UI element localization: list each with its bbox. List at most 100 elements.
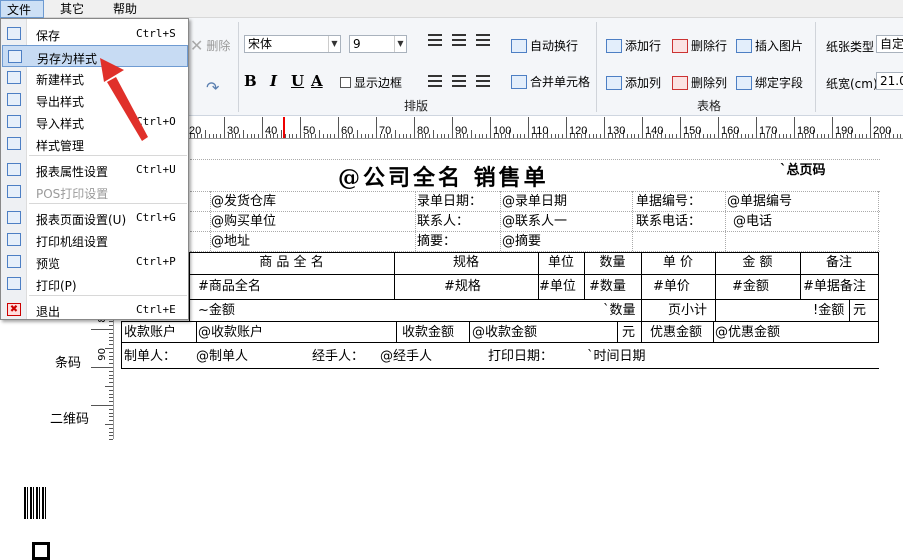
show-border-checkbox[interactable]: 显示边框 <box>340 74 402 91</box>
bind-field-button[interactable]: 绑定字段 <box>736 74 803 91</box>
ruler-tick <box>109 435 113 437</box>
barcode-icon[interactable] <box>24 487 46 519</box>
amount-total-field[interactable]: !金额 <box>813 302 844 320</box>
payment-field[interactable]: 优惠金额 <box>650 324 702 342</box>
currency-label[interactable]: 元 <box>853 302 866 320</box>
doc-no-label[interactable]: 单据编号： <box>636 193 701 211</box>
payment-field[interactable]: 元 <box>622 324 635 342</box>
insert-image-button[interactable]: 插入图片 <box>736 37 803 54</box>
file-menu-item[interactable]: 新建样式 <box>2 67 188 89</box>
detail-field[interactable]: #单价 <box>653 278 690 296</box>
column-header[interactable]: 单位 <box>538 254 584 272</box>
file-menu-item[interactable]: 另存为样式 <box>2 45 188 67</box>
address-field[interactable]: @地址 <box>211 233 250 251</box>
detail-field[interactable]: #规格 <box>444 278 481 296</box>
payment-field[interactable]: @收款金额 <box>472 324 537 342</box>
signature-field[interactable]: `时间日期 <box>587 348 646 366</box>
bold-button[interactable]: B <box>244 72 257 90</box>
signature-field[interactable]: 打印日期： <box>488 348 553 366</box>
payment-field[interactable]: @收款账户 <box>198 324 263 342</box>
align-middle-icon[interactable] <box>452 34 466 46</box>
page-subtotal-label[interactable]: 页小计 <box>668 302 707 320</box>
qrcode-tool-label[interactable]: 二维码 <box>50 411 89 429</box>
detail-field[interactable]: #单据备注 <box>803 278 866 296</box>
barcode-tool-label[interactable]: 条码 <box>55 355 81 373</box>
menu-file[interactable]: 文件 <box>0 0 44 18</box>
sum-amount-field[interactable]: ~金额 <box>198 302 235 320</box>
menu-other[interactable]: 其它 <box>54 0 90 18</box>
delete-column-button[interactable]: 删除列 <box>672 74 727 91</box>
sum-qty-field[interactable]: `数量 <box>603 302 636 320</box>
align-top-icon[interactable] <box>428 34 442 46</box>
ruler-tick <box>900 134 902 138</box>
column-header[interactable]: 金 额 <box>715 254 800 272</box>
delete-row-button[interactable]: 删除行 <box>672 37 727 54</box>
payment-field[interactable]: 收款账户 <box>124 324 176 342</box>
ruler-tick <box>330 134 332 138</box>
align-center-icon[interactable] <box>452 75 466 87</box>
detail-field[interactable]: #商品全名 <box>198 278 261 296</box>
file-menu-item[interactable]: 预览 Ctrl+P <box>2 251 188 273</box>
font-size-select[interactable]: 9 ▼ <box>349 35 407 53</box>
column-header[interactable]: 规格 <box>394 254 538 272</box>
contact-field[interactable]: @联系人一 <box>502 213 567 231</box>
column-header[interactable]: 备注 <box>800 254 878 272</box>
column-header[interactable]: 商 品 全 名 <box>189 254 394 272</box>
contact-label[interactable]: 联系人： <box>417 213 469 231</box>
merge-cells-button[interactable]: 合并单元格 <box>511 73 590 90</box>
align-left-icon[interactable] <box>428 75 442 87</box>
summary-label[interactable]: 摘要： <box>417 233 456 251</box>
payment-field[interactable]: @优惠金额 <box>715 324 780 342</box>
doc-no-field[interactable]: @单据编号 <box>727 193 792 211</box>
signature-field[interactable]: @经手人 <box>380 348 432 366</box>
signature-field[interactable]: 制单人： <box>124 348 176 366</box>
delete-button[interactable]: ✕ 删除 <box>190 36 230 55</box>
file-menu-item[interactable]: POS打印设置 <box>2 181 188 203</box>
file-menu-item[interactable]: 打印机组设置 <box>2 229 188 251</box>
detail-field[interactable]: #数量 <box>589 278 626 296</box>
font-name-select[interactable]: 宋体 ▼ <box>244 35 341 53</box>
column-header[interactable]: 单 价 <box>641 254 715 272</box>
order-date-field[interactable]: @录单日期 <box>502 193 567 211</box>
total-pages-field[interactable]: `总页码 <box>780 162 826 180</box>
report-title[interactable]: @公司全名 销售单 <box>338 160 549 192</box>
redo-icon[interactable]: ↷ <box>206 78 219 97</box>
buyer-field[interactable]: @购买单位 <box>211 213 276 231</box>
warehouse-field[interactable]: @发货仓库 <box>211 193 276 211</box>
signature-field[interactable]: @制单人 <box>196 348 248 366</box>
summary-field[interactable]: @摘要 <box>502 233 541 251</box>
align-right-icon[interactable] <box>476 75 490 87</box>
file-menu-item[interactable]: 报表页面设置(U) Ctrl+G <box>2 207 188 229</box>
qrcode-icon[interactable] <box>32 542 50 560</box>
detail-field[interactable]: #单位 <box>539 278 576 296</box>
menu-help[interactable]: 帮助 <box>107 0 143 18</box>
ruler-tick <box>794 117 795 138</box>
ruler-tick <box>205 130 206 138</box>
order-date-label[interactable]: 录单日期： <box>417 193 482 211</box>
detail-field[interactable]: #金额 <box>732 278 769 296</box>
column-header[interactable]: 数量 <box>584 254 641 272</box>
file-menu-item[interactable]: 导入样式 Ctrl+O <box>2 111 188 133</box>
ruler-tick <box>109 439 113 441</box>
auto-wrap-button[interactable]: 自动换行 <box>511 37 578 54</box>
delete-column-icon <box>672 75 688 90</box>
add-column-button[interactable]: 添加列 <box>606 74 661 91</box>
file-menu-item[interactable]: 样式管理 <box>2 133 188 155</box>
italic-button[interactable]: I <box>270 72 277 90</box>
phone-label[interactable]: 联系电话： <box>636 213 701 231</box>
paper-type-select[interactable]: 自定 <box>876 35 903 53</box>
paper-width-input[interactable]: 21.0 <box>876 72 903 90</box>
underline-button[interactable]: U <box>291 72 304 90</box>
ruler-tick <box>364 134 366 138</box>
signature-field[interactable]: 经手人： <box>312 348 364 366</box>
file-menu-item[interactable]: 报表属性设置 Ctrl+U <box>2 159 188 181</box>
file-menu-item[interactable]: 打印(P) <box>2 273 188 295</box>
phone-field[interactable]: @电话 <box>733 213 772 231</box>
add-row-button[interactable]: 添加行 <box>606 37 661 54</box>
align-bottom-icon[interactable] <box>476 34 490 46</box>
payment-field[interactable]: 收款金额 <box>402 324 454 342</box>
file-menu-item[interactable]: 保存 Ctrl+S <box>2 23 188 45</box>
file-menu-item[interactable]: ✖ 退出 Ctrl+E <box>2 299 188 321</box>
font-color-button[interactable]: A <box>311 72 323 90</box>
file-menu-item[interactable]: 导出样式 <box>2 89 188 111</box>
